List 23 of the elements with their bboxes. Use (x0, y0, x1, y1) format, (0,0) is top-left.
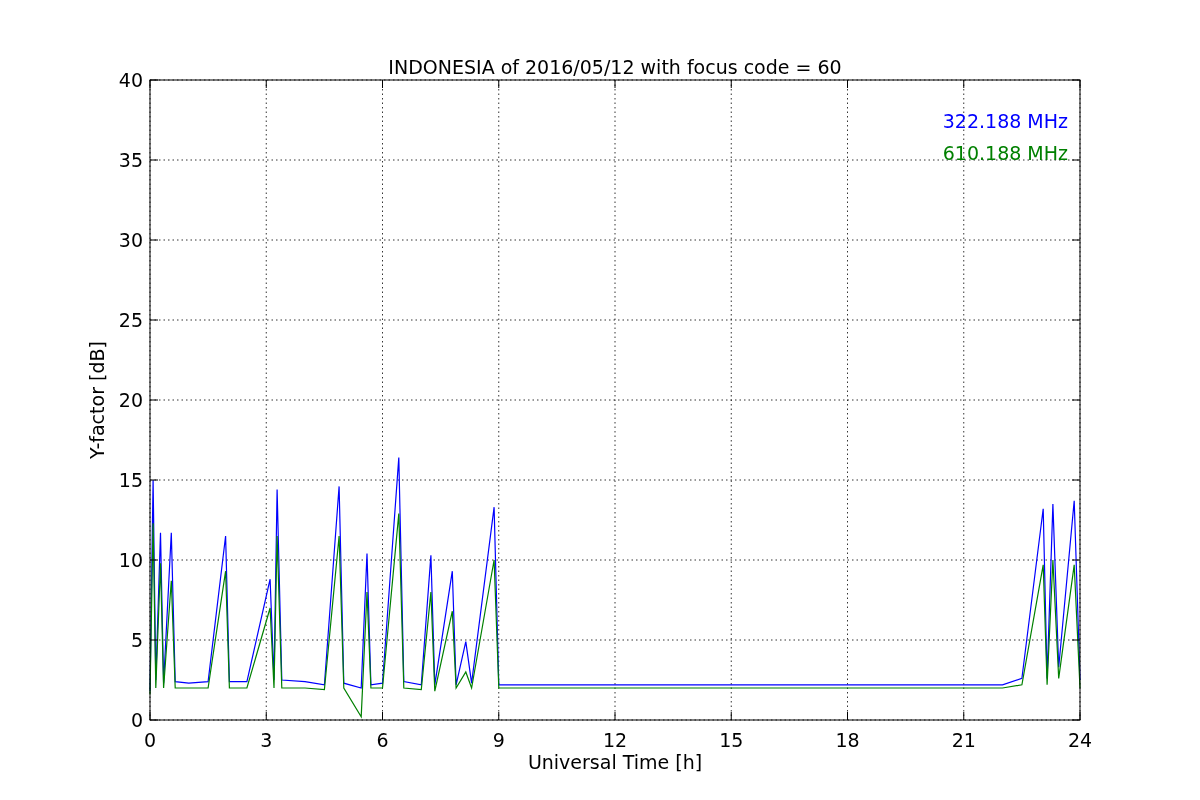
legend-label: 322.188 MHz (942, 110, 1068, 132)
x-tick-label: 6 (376, 729, 389, 751)
x-tick-label: 18 (835, 729, 860, 751)
y-tick-label: 5 (130, 629, 143, 651)
y-tick-label: 10 (118, 549, 143, 571)
x-tick-label: 21 (951, 729, 976, 751)
y-tick-label: 15 (118, 469, 143, 491)
x-tick-label: 15 (719, 729, 744, 751)
y-tick-label: 30 (118, 229, 143, 251)
x-tick-label: 24 (1067, 729, 1093, 751)
x-tick-label: 12 (602, 729, 628, 751)
x-axis-label: Universal Time [h] (527, 751, 703, 773)
y-axis-label: Y-factor [dB] (86, 341, 108, 459)
x-tick-label: 9 (492, 729, 505, 751)
y-tick-label: 35 (118, 149, 143, 171)
y-tick-label: 40 (118, 69, 143, 91)
x-tick-label: 0 (143, 729, 157, 751)
x-tick-label: 3 (260, 729, 273, 751)
legend-label: 610.188 MHz (942, 142, 1068, 164)
y-tick-label: 25 (118, 309, 143, 331)
chart-title: INDONESIA of 2016/05/12 with focus code = 60 (388, 56, 842, 78)
y-tick-label: 0 (130, 709, 143, 731)
y-tick-label: 20 (118, 389, 143, 411)
